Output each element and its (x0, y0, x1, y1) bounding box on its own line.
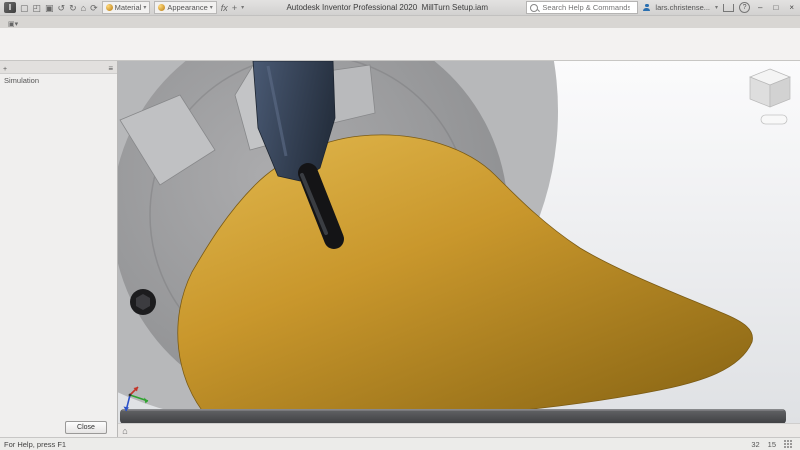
ribbon-tab-strip: ▣▾ (0, 16, 800, 28)
redo-icon[interactable]: ↻ (69, 3, 77, 13)
view-cube[interactable] (750, 69, 790, 107)
close-simulation-button[interactable]: Close (65, 421, 107, 434)
status-bar: For Help, press F1 32 15 (0, 437, 800, 450)
search-box[interactable] (526, 1, 638, 14)
add-icon[interactable]: + (232, 3, 237, 13)
panel-tab-strip: + ≡ (0, 61, 117, 74)
search-input[interactable] (540, 2, 632, 13)
status-counter-right: 15 (768, 440, 776, 449)
appearance-label: Appearance (167, 3, 207, 12)
home-tab-icon[interactable]: ⌂ (118, 426, 132, 436)
search-icon (530, 4, 538, 12)
title-bar: I ▢ ◰ ▣ ↺ ↻ ⌂ ⟳ Material ▾ Appearance ▾ … (0, 0, 800, 16)
browser-panel: + ≡ Simulation Close (0, 61, 118, 437)
save-icon[interactable]: ▣ (45, 3, 54, 13)
appearance-dropdown[interactable]: Appearance ▾ (154, 1, 216, 14)
chevron-down-icon[interactable]: ▾ (715, 4, 718, 11)
new-document-icon[interactable]: ▢ (20, 3, 29, 13)
ribbon (0, 28, 800, 61)
home-icon[interactable]: ⌂ (81, 3, 86, 13)
panel-menu-icon[interactable]: ≡ (104, 64, 117, 73)
user-icon (643, 4, 650, 11)
help-icon[interactable]: ? (739, 2, 750, 13)
chevron-down-icon: ▾ (210, 4, 213, 11)
close-window-button[interactable]: × (786, 3, 797, 12)
material-label: Material (115, 3, 142, 12)
status-counter-left: 32 (751, 440, 759, 449)
ribbon-display-options-icon[interactable]: ▣▾ (4, 20, 22, 28)
quick-access-toolbar: I ▢ ◰ ▣ ↺ ↻ ⌂ ⟳ Material ▾ Appearance ▾ … (0, 1, 248, 14)
open-icon[interactable]: ◰ (33, 3, 42, 13)
material-sphere-icon (106, 4, 113, 11)
undo-icon[interactable]: ↺ (58, 3, 66, 13)
document-tab-bar: ⌂ (118, 423, 800, 437)
minimize-button[interactable]: – (755, 3, 765, 12)
user-name[interactable]: lars.christense... (655, 3, 710, 12)
model-scene[interactable] (118, 61, 800, 423)
restore-button[interactable]: □ (770, 3, 781, 12)
refresh-icon[interactable]: ⟳ (90, 3, 98, 13)
material-dropdown[interactable]: Material ▾ (102, 1, 151, 14)
inventor-logo[interactable]: I (4, 2, 16, 13)
window-title: Autodesk Inventor Professional 2020 Mill… (248, 3, 526, 12)
panel-title: Simulation (0, 74, 117, 86)
viewport-3d[interactable] (118, 61, 800, 423)
chevron-down-icon: ▾ (143, 4, 146, 11)
status-help-text: For Help, press F1 (0, 440, 751, 449)
fx-icon[interactable]: fx (221, 3, 228, 13)
add-panel-tab-button[interactable]: + (0, 66, 10, 73)
stock-table[interactable] (120, 409, 786, 423)
grid-status-icon[interactable] (784, 440, 792, 448)
appearance-sphere-icon (158, 4, 165, 11)
panel-sections (0, 88, 117, 90)
qat-expander-icon[interactable]: ▾ (241, 4, 244, 11)
navigation-bar[interactable] (761, 115, 787, 124)
store-cart-icon[interactable] (723, 4, 734, 12)
